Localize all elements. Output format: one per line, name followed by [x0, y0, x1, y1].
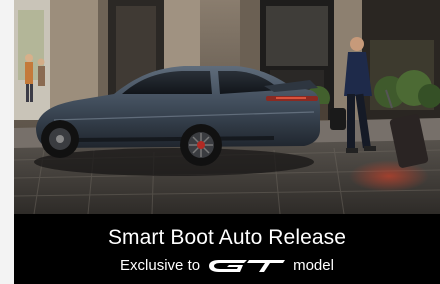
- subtitle-suffix: model: [293, 257, 334, 274]
- feature-photo: [14, 0, 440, 214]
- subtitle-prefix: Exclusive to: [120, 257, 201, 274]
- feature-title: Smart Boot Auto Release: [107, 226, 347, 249]
- feature-caption: Smart Boot Auto Release Exclusive to mod…: [14, 214, 440, 284]
- left-margin-strip: [0, 0, 14, 284]
- car-scene-illustration: [14, 0, 440, 214]
- page-frame: Smart Boot Auto Release Exclusive to mod…: [0, 0, 440, 284]
- feature-subtitle: Exclusive to model: [14, 257, 440, 275]
- gt-logo-icon: [209, 260, 286, 272]
- feature-card[interactable]: Smart Boot Auto Release Exclusive to mod…: [14, 0, 440, 284]
